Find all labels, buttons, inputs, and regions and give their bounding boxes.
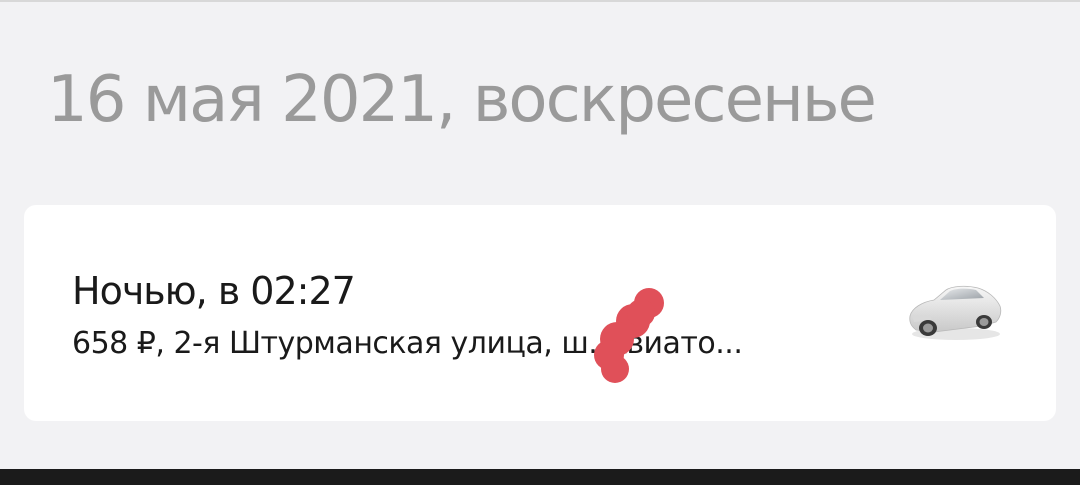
date-header: 16 мая 2021, воскресенье <box>47 63 877 137</box>
bottom-bar <box>0 469 1080 485</box>
top-divider <box>0 0 1080 2</box>
car-icon <box>909 285 1002 340</box>
ride-details: 658 ₽, 2-я Штурманская улица, ш. Авиато.… <box>72 326 743 361</box>
redaction-mark <box>594 288 664 383</box>
ride-card[interactable]: Ночью, в 02:27 658 ₽, 2-я Штурманская ул… <box>24 205 1056 421</box>
ride-title: Ночью, в 02:27 <box>72 269 356 313</box>
